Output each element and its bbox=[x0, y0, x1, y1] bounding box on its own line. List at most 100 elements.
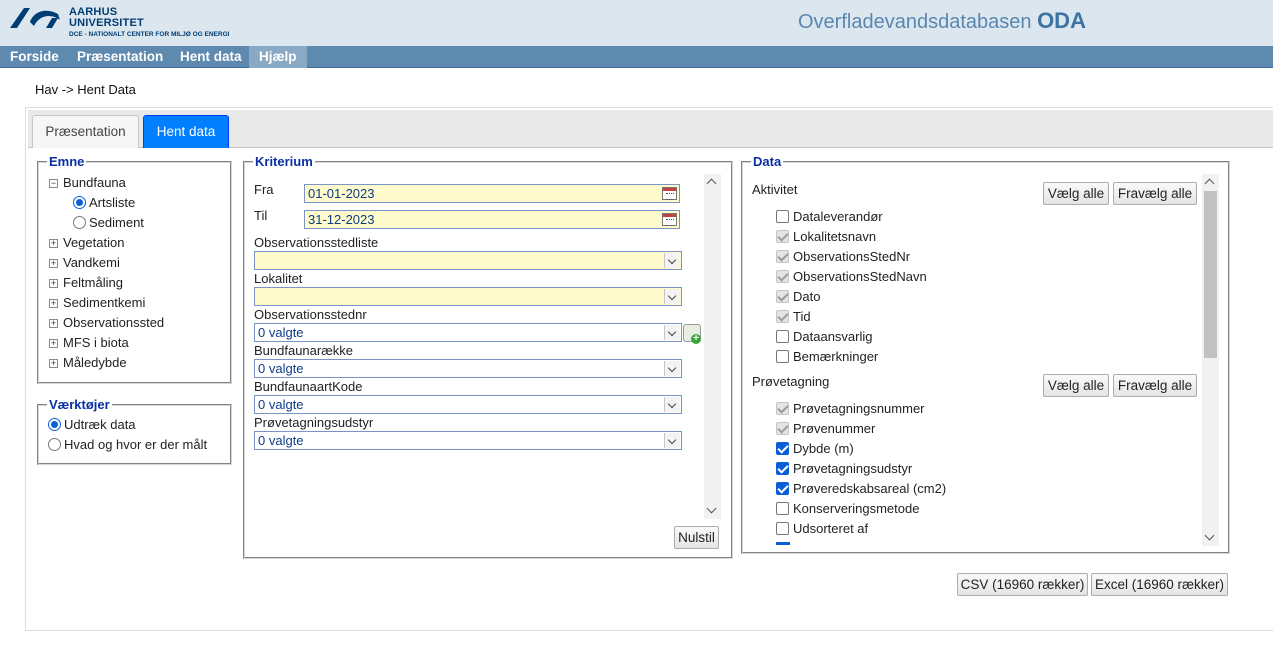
tree-item-sedimentkemi[interactable]: + Sedimentkemi bbox=[49, 294, 145, 312]
provetagning-select-all-button[interactable]: Vælg alle bbox=[1043, 374, 1109, 397]
checkbox-provetagningsudstyr[interactable]: Prøvetagningsudstyr bbox=[776, 459, 912, 479]
checkbox-icon[interactable] bbox=[776, 350, 789, 363]
lokalitet-select[interactable] bbox=[254, 287, 682, 306]
checkbox-label: ObservationsStedNr bbox=[793, 249, 911, 264]
observationsstednr-select[interactable]: 0 valgte bbox=[254, 323, 682, 342]
collapse-icon[interactable]: − bbox=[49, 179, 58, 188]
calendar-icon[interactable] bbox=[662, 187, 677, 200]
bundfaunaartkode-select[interactable]: 0 valgte bbox=[254, 395, 682, 414]
scroll-up-icon[interactable] bbox=[1204, 178, 1215, 189]
menu-praesentation[interactable]: Præsentation bbox=[67, 46, 173, 68]
tree-label: Feltmåling bbox=[63, 275, 123, 290]
expand-icon[interactable]: + bbox=[49, 339, 58, 348]
checkbox-provenummer: Prøvenummer bbox=[776, 419, 875, 439]
main-menu: Forside Præsentation Hent data Hjælp bbox=[0, 46, 1273, 68]
tree-item-feltmaaling[interactable]: + Feltmåling bbox=[49, 274, 123, 292]
checkbox-disabled-icon bbox=[776, 422, 789, 435]
provetagning-deselect-all-button[interactable]: Fravælg alle bbox=[1113, 374, 1197, 397]
aktivitet-deselect-all-button[interactable]: Fravælg alle bbox=[1113, 182, 1197, 205]
excel-export-button[interactable]: Excel (16960 rækker) bbox=[1091, 573, 1228, 596]
tree-item-maaledybde[interactable]: + Måledybde bbox=[49, 354, 127, 372]
tab-praesentation[interactable]: Præsentation bbox=[32, 115, 139, 148]
radio-icon[interactable] bbox=[73, 216, 86, 229]
checkbox-observationsstednr: ObservationsStedNr bbox=[776, 247, 910, 267]
kriterium-scrollbar[interactable] bbox=[704, 174, 721, 519]
aktivitet-title: Aktivitet bbox=[752, 182, 798, 197]
chevron-down-icon[interactable] bbox=[664, 361, 680, 376]
tree-item-observationssted[interactable]: + Observationssted bbox=[49, 314, 164, 332]
checkbox-bemaerkninger[interactable]: Bemærkninger bbox=[776, 347, 878, 367]
data-scrollbar[interactable] bbox=[1202, 174, 1219, 546]
radio-icon[interactable] bbox=[48, 438, 61, 451]
add-station-icon[interactable] bbox=[683, 324, 701, 344]
radio-udtraek-data[interactable]: Udtræk data bbox=[48, 416, 136, 434]
til-date-input[interactable]: 31-12-2023 bbox=[304, 210, 680, 229]
scroll-down-icon[interactable] bbox=[1204, 530, 1215, 541]
tree-item-mfs-i-biota[interactable]: + MFS i biota bbox=[49, 334, 129, 352]
checkbox-konserveringsmetode[interactable]: Konserveringsmetode bbox=[776, 499, 919, 519]
csv-export-button[interactable]: CSV (16960 rækker) bbox=[957, 573, 1088, 596]
observationsstedliste-select[interactable] bbox=[254, 251, 682, 270]
checkbox-checked-icon[interactable] bbox=[776, 442, 789, 455]
checkbox-checked-icon[interactable] bbox=[776, 482, 789, 495]
fra-label: Fra bbox=[254, 182, 274, 197]
expand-icon[interactable]: + bbox=[49, 319, 58, 328]
checkbox-label: Dataansvarlig bbox=[793, 329, 873, 344]
chevron-down-icon[interactable] bbox=[664, 397, 680, 412]
expand-icon[interactable]: + bbox=[49, 239, 58, 248]
chevron-down-icon[interactable] bbox=[664, 289, 680, 304]
expand-icon[interactable]: + bbox=[49, 259, 58, 268]
expand-icon[interactable]: + bbox=[49, 359, 58, 368]
aktivitet-select-all-button[interactable]: Vælg alle bbox=[1043, 182, 1109, 205]
expand-icon[interactable]: + bbox=[49, 299, 58, 308]
menu-forside[interactable]: Forside bbox=[0, 46, 69, 68]
menu-hjaelp[interactable]: Hjælp bbox=[249, 46, 307, 68]
app-title-text: Overfladevandsdatabasen bbox=[798, 11, 1032, 33]
menu-hent-data[interactable]: Hent data bbox=[170, 46, 252, 68]
expand-icon[interactable]: + bbox=[49, 279, 58, 288]
scroll-down-icon[interactable] bbox=[706, 503, 717, 514]
scroll-up-icon[interactable] bbox=[706, 178, 717, 189]
radio-label: Udtræk data bbox=[64, 417, 136, 432]
bundfaunaartkode-label: BundfaunaartKode bbox=[254, 379, 363, 394]
fra-date-input[interactable]: 01-01-2023 bbox=[304, 184, 680, 203]
checkbox-label: Dataleverandør bbox=[793, 209, 883, 224]
bundfaunaraekke-select[interactable]: 0 valgte bbox=[254, 359, 682, 378]
chevron-down-icon[interactable] bbox=[664, 433, 680, 448]
checkbox-icon[interactable] bbox=[776, 210, 789, 223]
checkbox-dataansvarlig[interactable]: Dataansvarlig bbox=[776, 327, 873, 347]
checkbox-checked-icon[interactable] bbox=[776, 462, 789, 475]
radio-artsliste[interactable]: Artsliste bbox=[73, 194, 135, 212]
checkbox-disabled-icon bbox=[776, 310, 789, 323]
radio-selected-icon[interactable] bbox=[48, 418, 61, 431]
checkbox-proveredskabsareal[interactable]: Prøveredskabsareal (cm2) bbox=[776, 479, 946, 499]
checkbox-icon[interactable] bbox=[776, 522, 789, 535]
scrollbar-thumb[interactable] bbox=[1204, 191, 1217, 358]
tree-item-bundfauna[interactable]: − Bundfauna bbox=[49, 174, 126, 192]
observationsstedliste-label: Observationsstedliste bbox=[254, 235, 379, 250]
app-header: AARHUS UNIVERSITET DCE - NATIONALT CENTE… bbox=[0, 0, 1273, 46]
checkbox-udsorteret-af[interactable]: Udsorteret af bbox=[776, 519, 868, 539]
radio-hvad-og-hvor[interactable]: Hvad og hvor er der målt bbox=[48, 436, 207, 454]
checkbox-dybde[interactable]: Dybde (m) bbox=[776, 439, 854, 459]
tree-item-vandkemi[interactable]: + Vandkemi bbox=[49, 254, 120, 272]
checkbox-icon[interactable] bbox=[776, 330, 789, 343]
checkbox-label: Konserveringsmetode bbox=[793, 501, 920, 516]
provetagning-title: Prøvetagning bbox=[752, 374, 830, 389]
observationsstednr-label: Observationsstednr bbox=[254, 307, 367, 322]
calendar-icon[interactable] bbox=[662, 213, 677, 226]
tree-item-vegetation[interactable]: + Vegetation bbox=[49, 234, 124, 252]
tree-label: Bundfauna bbox=[63, 175, 126, 190]
chevron-down-icon[interactable] bbox=[664, 325, 680, 340]
checkbox-dataleverandor[interactable]: Dataleverandør bbox=[776, 207, 883, 227]
provetagningsudstyr-select[interactable]: 0 valgte bbox=[254, 431, 682, 450]
radio-sediment[interactable]: Sediment bbox=[73, 214, 144, 232]
checkbox-observationsstednavn: ObservationsStedNavn bbox=[776, 267, 927, 287]
tab-hent-data[interactable]: Hent data bbox=[143, 115, 229, 148]
select-value: 0 valgte bbox=[258, 433, 304, 448]
nulstil-button[interactable]: Nulstil bbox=[674, 526, 719, 549]
checkbox-icon[interactable] bbox=[776, 502, 789, 515]
chevron-down-icon[interactable] bbox=[664, 253, 680, 268]
radio-selected-icon[interactable] bbox=[73, 196, 86, 209]
fra-date-value: 01-01-2023 bbox=[308, 186, 375, 201]
